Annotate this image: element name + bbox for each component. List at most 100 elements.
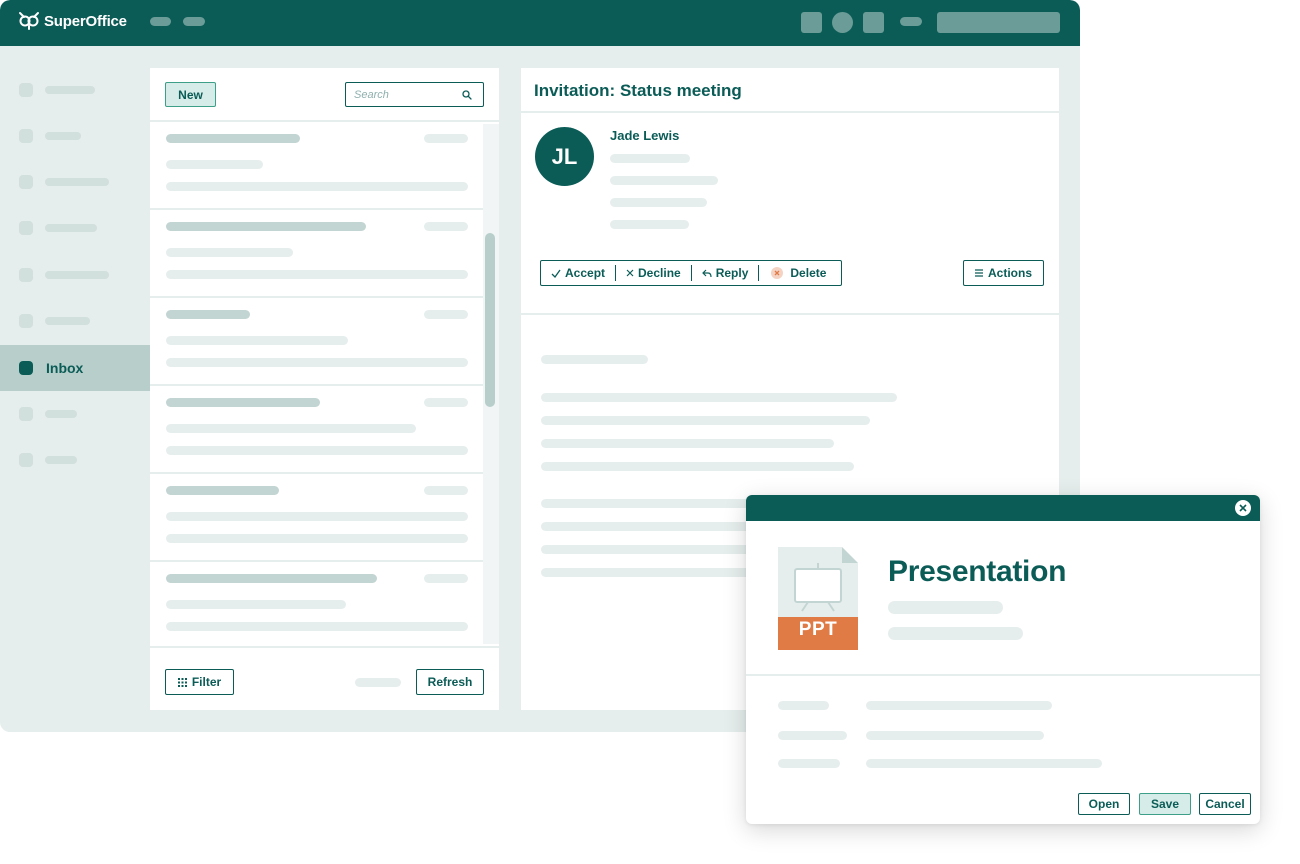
grid-icon xyxy=(177,677,187,687)
divider xyxy=(746,674,1260,676)
text-placeholder xyxy=(166,248,293,257)
delete-button[interactable]: Delete xyxy=(759,265,836,281)
message-list-panel: New Search Filter Refresh xyxy=(150,68,499,710)
topbar-square-icon[interactable] xyxy=(863,12,884,33)
date-placeholder xyxy=(424,310,468,319)
delete-label: Delete xyxy=(790,266,827,280)
text-placeholder xyxy=(778,759,840,768)
sidebar-item-inbox[interactable]: Inbox xyxy=(0,345,150,391)
nav-label-placeholder xyxy=(45,86,95,94)
topbar-menu-placeholder[interactable] xyxy=(183,17,205,26)
filter-button[interactable]: Filter xyxy=(165,669,234,695)
decline-label: Decline xyxy=(638,266,681,280)
accept-label: Accept xyxy=(565,266,606,280)
topbar-square-icon[interactable] xyxy=(801,12,822,33)
search-input[interactable] xyxy=(354,87,454,103)
text-placeholder xyxy=(166,358,468,367)
text-placeholder xyxy=(166,600,346,609)
file-type-label: PPT xyxy=(798,619,838,640)
text-placeholder xyxy=(166,182,468,191)
text-placeholder xyxy=(541,355,648,364)
topbar-search-placeholder[interactable] xyxy=(937,12,1060,33)
text-placeholder xyxy=(778,731,847,740)
scrollbar-thumb[interactable] xyxy=(485,233,495,407)
refresh-label: Refresh xyxy=(427,675,473,689)
inbox-icon xyxy=(19,361,33,375)
text-placeholder xyxy=(166,622,468,631)
text-placeholder xyxy=(888,627,1023,640)
text-placeholder xyxy=(166,446,468,455)
nav-label-placeholder xyxy=(45,271,109,279)
nav-label-placeholder xyxy=(45,224,97,232)
accept-button[interactable]: Accept xyxy=(541,265,615,281)
list-item[interactable] xyxy=(150,562,483,644)
sidebar-item[interactable] xyxy=(0,159,150,205)
list-item[interactable] xyxy=(150,210,483,298)
text-placeholder xyxy=(166,310,250,319)
avatar[interactable]: JL xyxy=(535,127,594,186)
nav-label-placeholder xyxy=(45,410,77,418)
menu-icon xyxy=(974,269,983,277)
nav-label-placeholder xyxy=(45,456,77,464)
attachment-dialog: PPT Presentation Open Save Cancel xyxy=(746,495,1260,824)
cancel-button[interactable]: Cancel xyxy=(1199,793,1251,815)
nav-icon xyxy=(19,221,33,235)
save-button[interactable]: Save xyxy=(1139,793,1191,815)
list-item[interactable] xyxy=(150,124,483,210)
text-placeholder xyxy=(866,701,1052,710)
close-circle-icon[interactable] xyxy=(1235,500,1251,516)
brand-name: SuperOffice xyxy=(44,12,127,30)
message-list xyxy=(150,124,483,644)
sidebar-item[interactable] xyxy=(0,113,150,159)
sidebar-item[interactable] xyxy=(0,298,150,344)
topbar-menu-placeholder[interactable] xyxy=(150,17,171,26)
nav-label-placeholder xyxy=(45,317,90,325)
count-placeholder xyxy=(355,678,401,687)
text-placeholder xyxy=(166,336,348,345)
actions-menu-button[interactable]: Actions xyxy=(963,260,1044,286)
topbar-circle-icon[interactable] xyxy=(832,12,853,33)
sidebar-item[interactable] xyxy=(0,437,150,483)
text-placeholder xyxy=(610,154,690,163)
search-icon[interactable] xyxy=(462,90,472,100)
x-icon xyxy=(626,269,634,277)
list-item[interactable] xyxy=(150,474,483,562)
open-button[interactable]: Open xyxy=(1078,793,1130,815)
sidebar-item[interactable] xyxy=(0,391,150,437)
list-toolbar: New xyxy=(150,68,499,122)
new-button[interactable]: New xyxy=(165,82,216,107)
delete-circle-icon xyxy=(771,267,784,279)
refresh-button[interactable]: Refresh xyxy=(416,669,484,695)
text-placeholder xyxy=(166,134,300,143)
text-placeholder xyxy=(778,701,829,710)
open-label: Open xyxy=(1088,797,1120,811)
text-placeholder xyxy=(610,198,707,207)
list-item[interactable] xyxy=(150,298,483,386)
text-placeholder xyxy=(166,512,468,521)
reply-arrow-icon xyxy=(701,269,712,277)
reply-button[interactable]: Reply xyxy=(692,265,759,281)
text-placeholder xyxy=(888,601,1003,614)
sidebar-item[interactable] xyxy=(0,67,150,113)
topbar-menu-placeholder[interactable] xyxy=(900,17,922,26)
response-button-group: Accept Decline Reply Delete xyxy=(540,260,842,286)
text-placeholder xyxy=(610,176,718,185)
text-placeholder xyxy=(541,462,854,471)
sidebar-item[interactable] xyxy=(0,205,150,251)
text-placeholder xyxy=(866,759,1102,768)
sender-name[interactable]: Jade Lewis xyxy=(610,128,679,143)
search-field[interactable] xyxy=(345,82,484,107)
text-placeholder xyxy=(541,393,897,402)
nav-icon xyxy=(19,453,33,467)
sidebar-item[interactable] xyxy=(0,252,150,298)
nav-icon xyxy=(19,314,33,328)
text-placeholder xyxy=(166,424,416,433)
owl-logo-icon xyxy=(19,12,39,30)
decline-button[interactable]: Decline xyxy=(616,265,691,281)
app-logo[interactable]: SuperOffice xyxy=(18,11,127,31)
dialog-title-bar xyxy=(746,495,1260,521)
divider xyxy=(521,313,1059,315)
list-item[interactable] xyxy=(150,386,483,474)
text-placeholder xyxy=(866,731,1044,740)
nav-icon xyxy=(19,175,33,189)
